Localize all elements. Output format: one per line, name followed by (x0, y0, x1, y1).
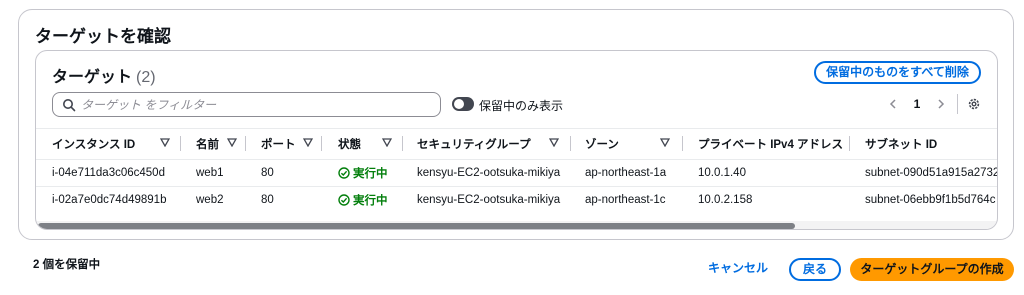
zone-cell: ap-northeast-1a (585, 166, 667, 179)
sort-icon[interactable] (160, 138, 170, 147)
column-header-port[interactable]: ポート (261, 128, 303, 159)
private-ip-cell: 10.0.1.40 (698, 166, 746, 179)
security-group-cell: kensyu-EC2-ootsuka-mikiya (417, 166, 561, 179)
review-targets-panel: ターゲットを確認 ターゲット(2) 保留中のものをすべて削除 保留中のみ表示 1 (18, 9, 1014, 240)
pending-count: 2 個を保留中 (33, 259, 101, 271)
column-header-subnet-id[interactable]: サブネット ID (865, 128, 997, 159)
section-title: ターゲットを確認 (35, 27, 171, 46)
sort-icon[interactable] (303, 138, 313, 147)
column-header-private-ipv4[interactable]: プライベート IPv4 アドレス (698, 128, 848, 159)
back-button[interactable]: 戻る (789, 258, 841, 281)
remove-all-pending-button[interactable]: 保留中のものをすべて削除 (814, 61, 981, 84)
column-header-instance-id[interactable]: インスタンス ID (52, 128, 162, 159)
table-count: (2) (136, 69, 156, 86)
filter-input[interactable] (81, 95, 431, 114)
check-circle-icon (338, 193, 350, 206)
sort-icon[interactable] (660, 138, 670, 147)
sort-icon[interactable] (549, 138, 559, 147)
column-divider[interactable] (402, 136, 403, 151)
create-target-group-button[interactable]: ターゲットグループの作成 (850, 258, 1014, 281)
cancel-button[interactable]: キャンセル (704, 259, 772, 276)
status-text: 実行中 (353, 194, 388, 207)
security-group-cell: kensyu-EC2-ootsuka-mikiya (417, 193, 561, 206)
subnet-id-cell: subnet-090d51a915a2732 (865, 166, 998, 179)
filter-box[interactable] (52, 92, 441, 117)
column-divider[interactable] (682, 136, 683, 151)
column-header-name[interactable]: 名前 (196, 128, 230, 159)
page-number[interactable]: 1 (911, 94, 923, 114)
column-divider[interactable] (321, 136, 322, 151)
chevron-right-icon[interactable] (935, 94, 947, 114)
table-title: ターゲット (2) (52, 63, 156, 87)
scrollbar-thumb[interactable] (38, 223, 795, 229)
column-header-status[interactable]: 状態 (338, 128, 368, 159)
port-cell: 80 (261, 166, 274, 179)
column-divider[interactable] (849, 136, 850, 151)
targets-table-container: ターゲット(2) 保留中のものをすべて削除 保留中のみ表示 1 (35, 50, 998, 230)
chevron-left-icon[interactable] (887, 94, 899, 114)
column-divider[interactable] (180, 136, 181, 151)
table-row[interactable]: i-02a7e0dc74d49891b web2 80 実行中 kensyu-E… (36, 186, 997, 213)
subnet-id-cell: subnet-06ebb9f1b5d764c (865, 193, 996, 206)
status-cell: 実行中 (338, 186, 398, 213)
private-ip-cell: 10.0.2.158 (698, 193, 753, 206)
column-divider[interactable] (570, 136, 571, 151)
pending-only-toggle[interactable] (452, 97, 474, 111)
port-cell: 80 (261, 193, 274, 206)
gear-icon[interactable] (967, 97, 981, 111)
column-header-zone[interactable]: ゾーン (585, 128, 625, 159)
table-row[interactable]: i-04e711da3c06c450d web1 80 実行中 kensyu-E… (36, 159, 998, 186)
instance-id-cell: i-02a7e0dc74d49891b (52, 193, 167, 206)
sort-icon[interactable] (382, 138, 392, 147)
sort-icon[interactable] (227, 138, 237, 147)
status-text: 実行中 (353, 167, 388, 180)
table-title-text: ターゲット (52, 69, 133, 86)
pending-only-label: 保留中のみ表示 (479, 99, 564, 113)
pager-divider (957, 94, 958, 114)
name-cell: web2 (196, 193, 224, 206)
check-circle-icon (338, 166, 350, 179)
status-cell: 実行中 (338, 159, 398, 186)
name-cell: web1 (196, 166, 224, 179)
table-header-row: インスタンス ID 名前 ポート 状態 セキュリティグループ ゾーン プライベー… (36, 128, 997, 159)
search-icon (63, 99, 76, 112)
column-header-security-group[interactable]: セキュリティグループ (417, 128, 547, 159)
toggle-knob (454, 99, 464, 109)
instance-id-cell: i-04e711da3c06c450d (52, 166, 165, 179)
pagination: 1 (887, 94, 981, 114)
zone-cell: ap-northeast-1c (585, 193, 666, 206)
column-divider[interactable] (245, 136, 246, 151)
